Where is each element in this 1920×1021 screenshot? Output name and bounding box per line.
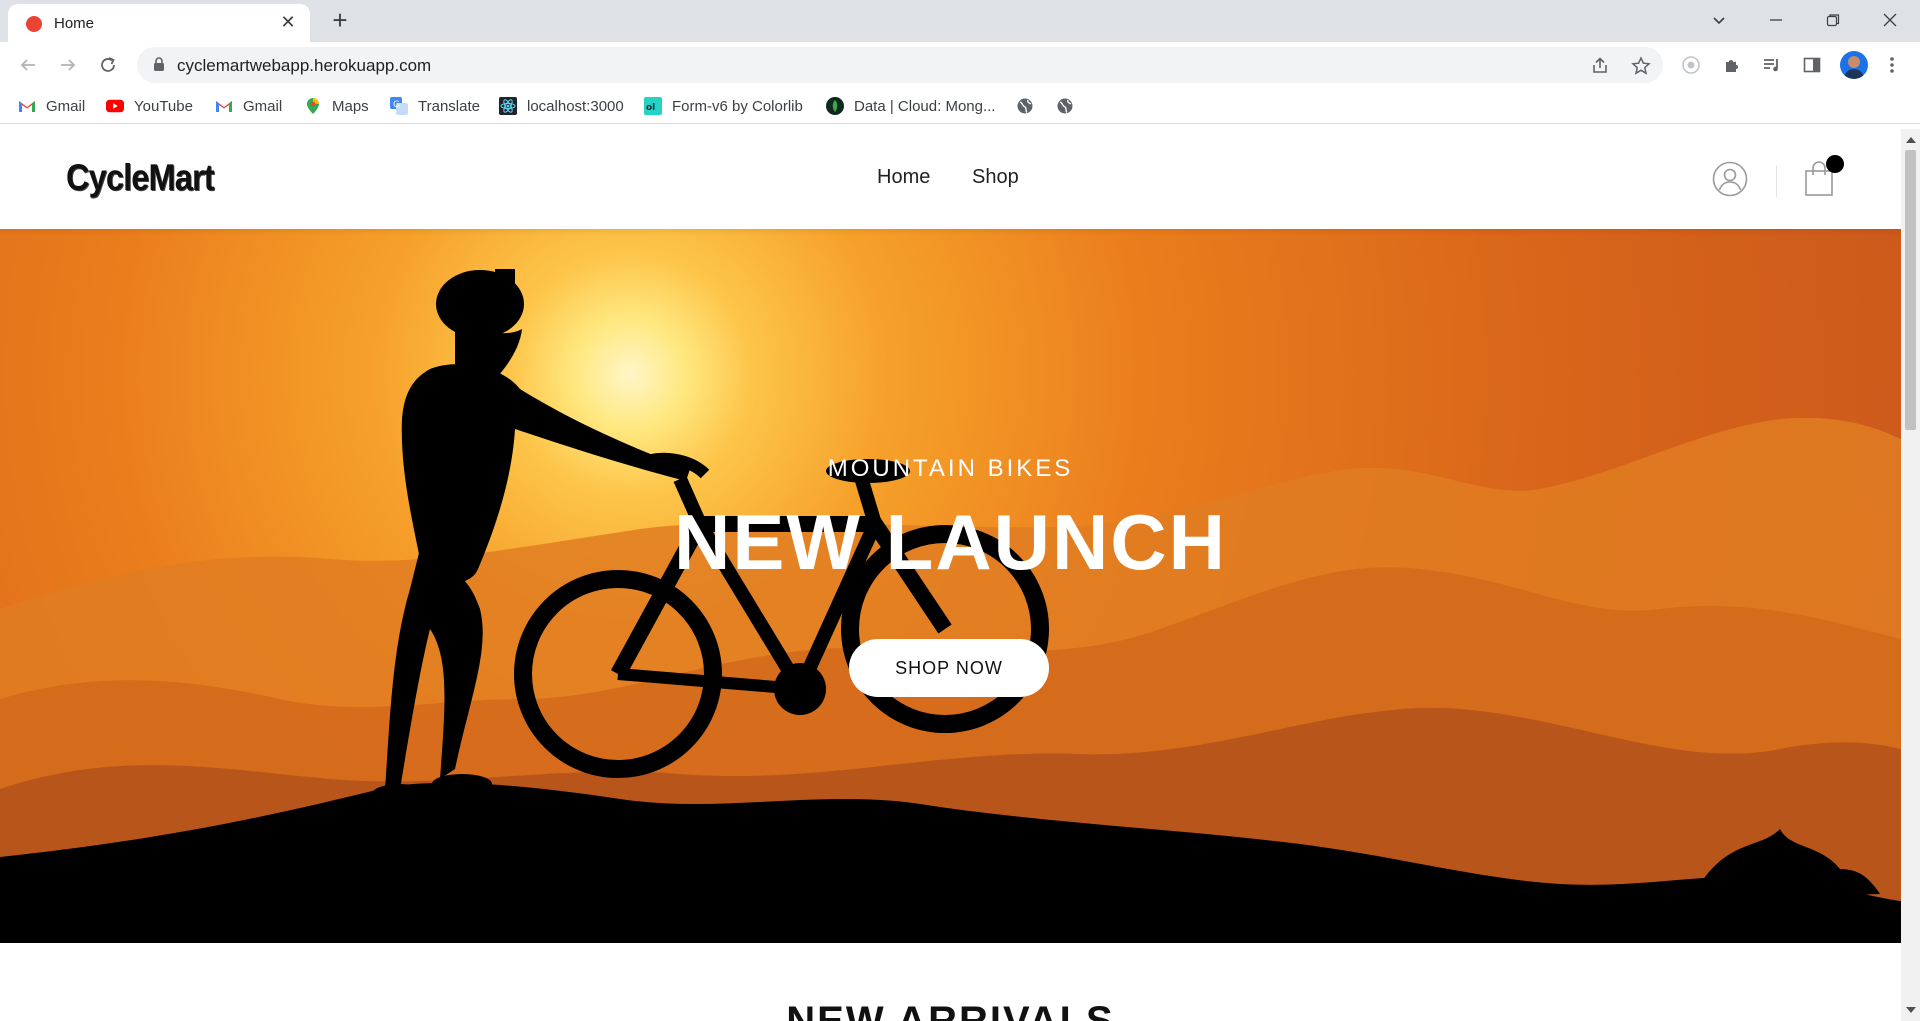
restore-icon[interactable] — [1813, 4, 1853, 36]
hero-title: NEW LAUNCH — [674, 498, 1227, 586]
close-window-icon[interactable] — [1870, 4, 1910, 36]
bookmark-globe-2[interactable] — [1056, 96, 1084, 116]
bookmark-label: YouTube — [134, 97, 193, 115]
maps-icon — [304, 97, 322, 115]
tab-strip: Home ✕ + — [0, 0, 1920, 42]
svg-text:ol: ol — [646, 103, 655, 113]
globe-icon — [1056, 97, 1074, 115]
share-icon[interactable] — [1589, 55, 1611, 77]
shop-now-button[interactable]: SHOP NOW — [849, 639, 1049, 697]
header-divider — [1776, 165, 1777, 197]
browser-toolbar: cyclemartwebapp.herokuapp.com — [0, 42, 1920, 88]
avatar-face — [1848, 56, 1860, 68]
gmail-icon — [18, 97, 36, 115]
bookmark-globe-1[interactable] — [1016, 96, 1044, 116]
hero-subtitle: MOUNTAIN BIKES — [827, 455, 1074, 482]
scroll-down-arrow-icon[interactable] — [1906, 1007, 1916, 1013]
lock-icon — [153, 57, 165, 77]
svg-text:G: G — [393, 100, 400, 110]
bookmark-label: Gmail — [243, 97, 283, 115]
reload-icon[interactable] — [93, 50, 123, 80]
page-scrollbar[interactable] — [1901, 129, 1920, 1021]
media-queue-icon[interactable] — [1760, 53, 1784, 77]
bookmark-mongodb[interactable]: Data | Cloud: Mong... — [826, 96, 995, 116]
bookmark-gmail[interactable]: Gmail — [18, 96, 85, 116]
page-viewport: CycleMart Home Shop MOUNTAIN BIKES NEW L… — [0, 129, 1901, 1021]
back-icon[interactable] — [13, 50, 43, 80]
tab-title: Home — [54, 15, 95, 32]
bookmark-maps[interactable]: Maps — [304, 96, 369, 116]
address-bar[interactable]: cyclemartwebapp.herokuapp.com — [137, 47, 1663, 83]
bookmark-translate[interactable]: G Translate — [390, 96, 480, 116]
globe-icon — [1016, 97, 1034, 115]
youtube-icon — [106, 97, 124, 115]
site-header: CycleMart Home Shop — [0, 129, 1901, 229]
bookmark-label: localhost:3000 — [527, 97, 624, 115]
extensions-puzzle-icon[interactable] — [1720, 53, 1744, 77]
bookmark-colorlib[interactable]: ol Form-v6 by Colorlib — [644, 96, 803, 116]
bookmark-youtube[interactable]: YouTube — [106, 96, 193, 116]
bookmark-label: Maps — [332, 97, 369, 115]
bookmark-label: Data | Cloud: Mong... — [854, 97, 996, 115]
side-panel-icon[interactable] — [1800, 53, 1824, 77]
tab-close-icon[interactable]: ✕ — [278, 12, 298, 32]
url-text: cyclemartwebapp.herokuapp.com — [177, 56, 432, 75]
more-menu-icon[interactable] — [1880, 53, 1904, 77]
new-tab-button[interactable]: + — [325, 6, 355, 36]
new-arrivals-heading: NEW ARRIVALS — [786, 999, 1115, 1021]
bookmark-label: Gmail — [46, 97, 86, 115]
bookmark-star-icon[interactable] — [1630, 55, 1652, 77]
forward-icon[interactable] — [53, 50, 83, 80]
translate-icon: G — [390, 97, 408, 115]
tab-favicon-icon — [26, 16, 42, 32]
tab-search-icon[interactable] — [1699, 4, 1739, 36]
extension-circle-icon[interactable] — [1679, 53, 1703, 77]
scroll-thumb[interactable] — [1905, 150, 1916, 430]
browser-tab-active[interactable]: Home ✕ — [8, 4, 310, 42]
bookmark-gmail-2[interactable]: Gmail — [215, 96, 282, 116]
hero-banner: MOUNTAIN BIKES NEW LAUNCH SHOP NOW — [0, 229, 1901, 943]
minimize-icon[interactable] — [1756, 4, 1796, 36]
nav-shop-link[interactable]: Shop — [972, 166, 1019, 189]
colorlib-icon: ol — [644, 97, 662, 115]
mongodb-icon — [826, 97, 844, 115]
user-account-icon[interactable] — [1712, 161, 1748, 197]
cart-count-badge — [1826, 155, 1844, 173]
avatar-body — [1844, 69, 1864, 79]
bookmark-localhost[interactable]: localhost:3000 — [499, 96, 624, 116]
nav-home-link[interactable]: Home — [877, 166, 930, 189]
react-icon — [499, 97, 517, 115]
bookmark-label: Translate — [418, 97, 480, 115]
bookmarks-bar: Gmail YouTube Gmail Maps G Translate loc… — [0, 88, 1920, 124]
profile-avatar[interactable] — [1840, 51, 1868, 79]
bookmark-label: Form-v6 by Colorlib — [672, 97, 803, 115]
site-logo[interactable]: CycleMart — [66, 157, 215, 199]
scroll-up-arrow-icon[interactable] — [1906, 137, 1916, 143]
gmail-icon — [215, 97, 233, 115]
